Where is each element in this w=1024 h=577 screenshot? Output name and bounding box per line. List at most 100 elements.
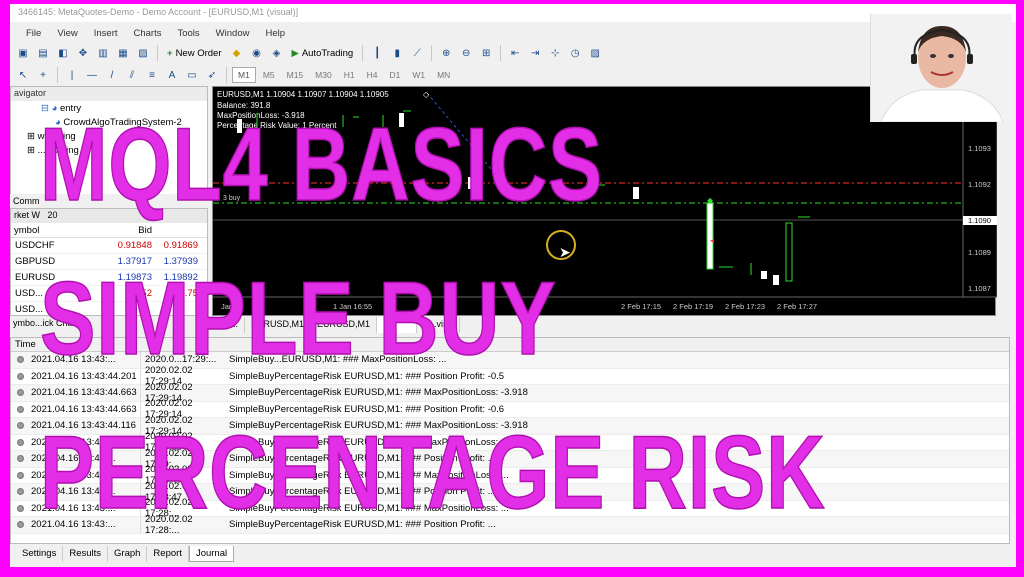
log-message: SimpleBuyPercentageRisk EURUSD,M1: ### P… [229,519,496,531]
chart-shift-icon[interactable]: ⇥ [526,44,544,62]
indicators-icon[interactable]: ⊹ [546,44,564,62]
log-icon [11,438,29,446]
profiles-icon[interactable]: ▤ [34,44,52,62]
zoom-out-icon[interactable]: ⊖ [457,44,475,62]
bid-cell: 0.91848 [117,240,152,251]
tab-results[interactable]: Results [63,546,109,562]
timeframe-h1[interactable]: H1 [339,67,360,83]
periods-icon[interactable]: ◷ [566,44,584,62]
tab-settings[interactable]: Settings [16,546,64,562]
templates-icon[interactable]: ▨ [586,44,604,62]
market-watch-icon[interactable]: ◧ [54,44,72,62]
trendline-icon[interactable]: / [103,66,121,84]
log-message: SimpleBuyPercentageRisk EURUSD,M1: ### M… [229,436,509,448]
navigator-item[interactable]: ⊞ ...lgo...ing [11,143,207,157]
price-tick: 1.1089 [968,248,991,257]
menu-insert[interactable]: Insert [86,26,126,42]
timeframe-h4[interactable]: H4 [362,67,383,83]
autotrading-icon: ▶ [291,47,299,59]
log-time: 2021.04.16 13:43:44.663 [29,401,141,417]
bar-chart-icon[interactable]: ┃ [368,44,386,62]
symbol-cell: USDCHF [15,240,55,251]
market-watch-row[interactable]: GBPUSD 1.37917 1.37939 [11,254,207,270]
journal-row[interactable]: 2021.04.16 13:43:... 2020.02.02 17:28:...… [11,513,1009,536]
col-ask[interactable] [155,223,201,237]
journal-header-time[interactable]: Time [11,338,1009,352]
menu-view[interactable]: View [49,26,85,42]
col-bid[interactable]: Bid [103,223,155,237]
timeframe-d1[interactable]: D1 [384,67,405,83]
cursor-icon[interactable]: ↖ [14,66,32,84]
navigator-item[interactable]: ⊟ ◕ entry [11,101,207,115]
data-window-icon[interactable]: ▥ [94,44,112,62]
crosshair-icon[interactable]: + [34,66,52,84]
tab-journal[interactable]: Journal [188,546,235,562]
navigator-item-label: wo...ding [37,131,76,142]
menu-window[interactable]: Window [208,26,258,42]
toolbar-divider [362,45,364,61]
time-tick: Jan [221,302,233,311]
timeframe-w1[interactable]: W1 [407,67,430,83]
price-tick: 1.1093 [968,144,991,153]
tester-icon[interactable]: ▧ [134,44,152,62]
menu-tools[interactable]: Tools [169,26,207,42]
market-icon[interactable]: ◈ [268,44,286,62]
candles-right: ◆ ◂ [706,196,810,285]
line-chart-icon[interactable]: ⟋ [408,44,426,62]
timeframe-m30[interactable]: M30 [310,67,337,83]
autotrading-label: AutoTrading [301,47,354,59]
arrows-icon[interactable]: ➶ [203,66,221,84]
timeframe-m15[interactable]: M15 [282,67,309,83]
label-icon[interactable]: ▭ [183,66,201,84]
chart-tab[interactable] [377,317,418,333]
candlestick-icon[interactable]: ▮ [388,44,406,62]
navigator-item[interactable]: ◕ CrowdAlgoTradingSystem-2 [11,115,207,129]
autotrading-button[interactable]: ▶ AutoTrading [288,44,358,62]
market-watch-row[interactable]: EURUSD 1.19873 1.19892 [11,270,207,286]
chart-tab[interactable]: EURUSD,M1 [311,317,378,333]
time-tick: 1 Jan 16:55 [333,302,372,311]
channel-icon[interactable]: ⫽ [123,66,141,84]
presenter-avatar [871,14,1012,122]
ask-cell: ...75 [179,288,199,299]
new-chart-icon[interactable]: ▣ [14,44,32,62]
timeframe-m1[interactable]: M1 [232,67,256,83]
chart-tab[interactable]: EU... [212,317,246,333]
market-watch-row[interactable]: USD... ...52 ...75 [11,286,207,302]
market-watch-row[interactable]: USDCHF 0.91848 0.91869 [11,238,207,254]
menu-help[interactable]: Help [257,26,293,42]
auto-scroll-icon[interactable]: ⇤ [506,44,524,62]
navigator-icon[interactable]: ✥ [74,44,92,62]
col-symbol[interactable]: ymbol [11,223,103,237]
fibonacci-icon[interactable]: ≡ [143,66,161,84]
log-time: 2021.04.16 13:43:... [29,517,141,533]
chart-tab[interactable]: EURUSD,M1 [245,317,312,333]
market-watch-tabs[interactable]: ymbo...ick Char [10,316,208,330]
current-price: 1.1090 [968,216,991,225]
zoom-in-icon[interactable]: ⊕ [437,44,455,62]
candle-bar [468,177,474,189]
horizontal-line-icon[interactable]: — [83,66,101,84]
text-icon[interactable]: A [163,66,181,84]
navigator-item[interactable]: ⊞ wo...ding [11,129,207,143]
log-message: SimpleBuyPercentageRisk EURUSD,M1: ### M… [229,469,509,481]
timeframe-m5[interactable]: M5 [258,67,280,83]
terminal-icon[interactable]: ▦ [114,44,132,62]
log-sim-time: 2020.02.02 17:28:... [145,513,193,536]
metaeditor-icon[interactable]: ◆ [228,44,246,62]
vertical-line-icon[interactable]: | [63,66,81,84]
new-order-button[interactable]: + New Order [163,44,226,62]
log-time: 2021.04.16 13:43:... [29,352,141,368]
tab-graph[interactable]: Graph [108,546,148,562]
menu-charts[interactable]: Charts [126,26,170,42]
tile-windows-icon[interactable]: ⊞ [477,44,495,62]
chart-tab[interactable]: S...visu [417,317,460,333]
log-message: SimpleBuyPercentageRisk EURUSD,M1: ### P… [229,370,505,382]
menu-file[interactable]: File [18,26,49,42]
window-title: 3466145: MetaQuotes-Demo - Demo Account … [10,4,1016,22]
tab-report[interactable]: Report [147,546,189,562]
timeframe-mn[interactable]: MN [432,67,455,83]
tp-label: 3 tp [223,175,235,182]
common-tab[interactable]: Comm [10,194,208,208]
signals-icon[interactable]: ◉ [248,44,266,62]
